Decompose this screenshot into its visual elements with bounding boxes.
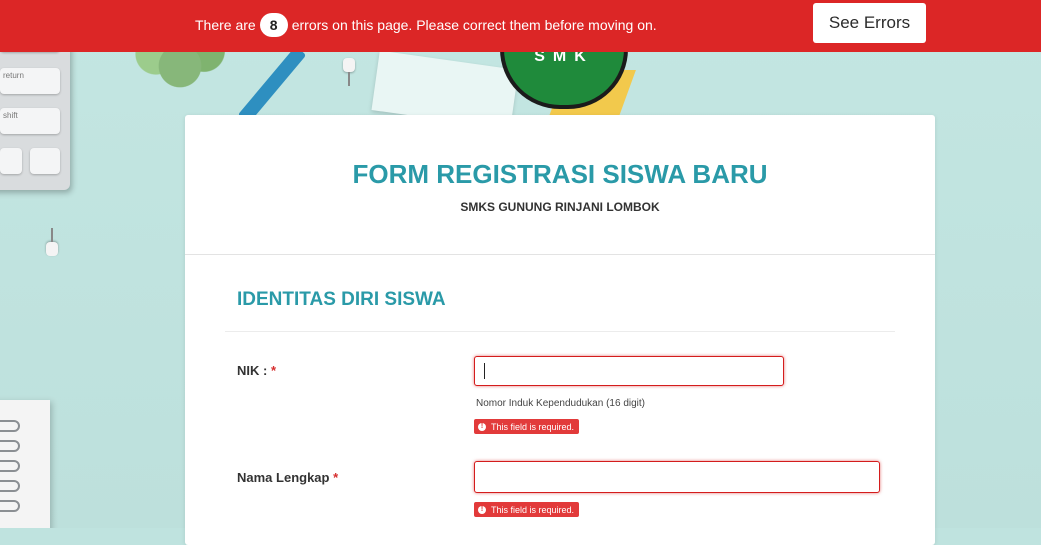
form-header: FORM REGISTRASI SISWA BARU SMKS GUNUNG R… [185, 115, 935, 255]
key-arrow [30, 148, 60, 174]
nama-lengkap-label: Nama Lengkap * [237, 470, 338, 485]
error-message: There are 8 errors on this page. Please … [195, 12, 657, 38]
required-mark: * [333, 470, 339, 485]
nama-lengkap-input[interactable] [474, 461, 880, 493]
form-title: FORM REGISTRASI SISWA BARU [352, 159, 768, 189]
nik-label: NIK : * [237, 363, 276, 378]
error-message-prefix: There are [195, 17, 256, 33]
nama-lengkap-label-text: Nama Lengkap [237, 470, 330, 485]
nik-label-text: NIK : [237, 363, 268, 378]
notebook-image [0, 400, 50, 528]
nik-error-message: ! This field is required. [474, 419, 580, 434]
form-subtitle: SMKS GUNUNG RINJANI LOMBOK [460, 200, 660, 214]
alert-icon: ! [478, 422, 486, 431]
nik-input[interactable] [474, 356, 784, 386]
section-title: IDENTITAS DIRI SISWA [237, 289, 446, 310]
pushpin-image [343, 58, 355, 86]
key-arrow [0, 148, 22, 174]
error-message-suffix: errors on this page. Please correct them… [291, 17, 657, 33]
required-mark: * [270, 363, 277, 378]
pencil-image [237, 46, 307, 124]
key-return: return [0, 68, 60, 94]
pushpin-image [46, 228, 58, 256]
nama-lengkap-error-message: ! This field is required. [474, 502, 580, 517]
error-count-badge: 8 [259, 13, 288, 37]
see-errors-button[interactable]: See Errors [813, 3, 926, 43]
nik-sublabel: Nomor Induk Kependudukan (16 digit) [476, 398, 645, 409]
nik-error-text: This field is required. [491, 421, 575, 432]
nama-lengkap-error-text: This field is required. [491, 504, 575, 515]
error-banner: There are 8 errors on this page. Please … [0, 0, 1041, 52]
section-divider [225, 331, 895, 332]
text-cursor [484, 363, 485, 379]
key-shift: shift [0, 108, 60, 134]
alert-icon: ! [478, 505, 486, 514]
form-card: FORM REGISTRASI SISWA BARU SMKS GUNUNG R… [185, 115, 935, 545]
